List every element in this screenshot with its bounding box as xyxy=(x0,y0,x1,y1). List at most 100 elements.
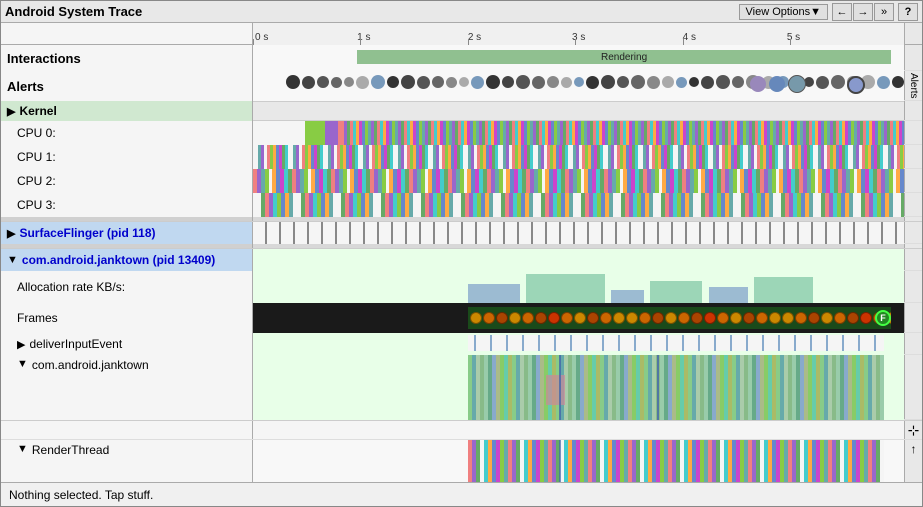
deliver-content[interactable] xyxy=(253,333,904,355)
frame-dot[interactable] xyxy=(600,312,612,324)
frame-dot[interactable] xyxy=(626,312,638,324)
alert-circle-lg3[interactable] xyxy=(788,75,806,93)
janktown-track-content[interactable] xyxy=(253,355,904,420)
scroll-arrow-up-icon[interactable]: ↑ xyxy=(911,442,917,456)
alert-circle[interactable] xyxy=(371,75,385,89)
alert-circle[interactable] xyxy=(331,77,342,88)
alert-circle[interactable] xyxy=(486,75,500,89)
frame-dot[interactable] xyxy=(665,312,677,324)
alert-circle[interactable] xyxy=(446,77,457,88)
alert-circle[interactable] xyxy=(502,76,514,88)
scroll-cursor-icon[interactable]: ⊹ xyxy=(908,422,920,439)
frame-dot[interactable] xyxy=(483,312,495,324)
cpu0-content[interactable] xyxy=(253,121,904,145)
frame-dot[interactable] xyxy=(704,312,716,324)
alert-circle[interactable] xyxy=(561,77,572,88)
alert-circle-lg[interactable] xyxy=(750,76,766,92)
frame-dot[interactable] xyxy=(769,312,781,324)
renderthread-label[interactable]: ▼ RenderThread xyxy=(1,440,253,482)
alert-circle-xl[interactable] xyxy=(847,76,865,94)
frame-dot[interactable] xyxy=(470,312,482,324)
janktown-header-row[interactable]: ▼ com.android.janktown (pid 13409) xyxy=(1,249,922,271)
scroll-arrow-down-icon[interactable]: ↓ xyxy=(911,480,917,482)
alert-circle[interactable] xyxy=(344,77,354,87)
alert-circle[interactable] xyxy=(601,75,615,89)
alert-circle[interactable] xyxy=(574,77,584,87)
frame-dot[interactable] xyxy=(613,312,625,324)
frame-dot[interactable] xyxy=(691,312,703,324)
frame-dot[interactable] xyxy=(834,312,846,324)
frame-dot[interactable] xyxy=(808,312,820,324)
deliver-label[interactable]: ▶ deliverInputEvent xyxy=(1,333,253,355)
alert-circle[interactable] xyxy=(816,76,829,89)
alert-circle[interactable] xyxy=(617,76,629,88)
frame-dot[interactable] xyxy=(522,312,534,324)
alert-circle[interactable] xyxy=(547,76,559,88)
renderthread-content[interactable] xyxy=(253,440,904,482)
alert-circle[interactable] xyxy=(662,76,674,88)
sf-label[interactable]: ▶ SurfaceFlinger (pid 118) xyxy=(1,222,253,244)
alert-circle[interactable] xyxy=(417,76,430,89)
alert-circle[interactable] xyxy=(516,75,530,89)
frame-dot[interactable] xyxy=(678,312,690,324)
alert-circle[interactable] xyxy=(831,75,845,89)
alert-circle[interactable] xyxy=(732,76,744,88)
frame-dot[interactable] xyxy=(860,312,872,324)
frame-dot[interactable] xyxy=(574,312,586,324)
frame-dot[interactable] xyxy=(730,312,742,324)
nav-expand-button[interactable]: » xyxy=(874,3,894,21)
alert-circle[interactable] xyxy=(317,76,329,88)
frame-dot[interactable] xyxy=(782,312,794,324)
cpu3-content[interactable] xyxy=(253,193,904,217)
frame-dot[interactable] xyxy=(743,312,755,324)
cpu1-content[interactable] xyxy=(253,145,904,169)
frame-dot[interactable] xyxy=(717,312,729,324)
frames-content[interactable]: const frameColors = ['#cc8800','#cc6600'… xyxy=(253,303,904,333)
nav-right-button[interactable]: → xyxy=(853,3,873,21)
frame-dot[interactable] xyxy=(587,312,599,324)
alert-circle[interactable] xyxy=(586,76,599,89)
alert-circle[interactable] xyxy=(302,76,315,89)
alert-circle-lg2[interactable] xyxy=(769,76,785,92)
alert-circle[interactable] xyxy=(631,75,645,89)
frame-dot[interactable] xyxy=(548,312,560,324)
interactions-content[interactable]: Rendering xyxy=(253,45,904,71)
kernel-section-row[interactable]: ▶ Kernel xyxy=(1,101,922,121)
cpu2-content[interactable] xyxy=(253,169,904,193)
frame-dot[interactable] xyxy=(821,312,833,324)
alert-circle[interactable] xyxy=(471,76,484,89)
alert-circle[interactable] xyxy=(689,77,699,87)
frame-f-final[interactable]: F xyxy=(875,310,891,326)
alert-circle[interactable] xyxy=(676,77,687,88)
janktown-header-label[interactable]: ▼ com.android.janktown (pid 13409) xyxy=(1,249,253,271)
alert-circle[interactable] xyxy=(356,76,369,89)
frame-dot[interactable] xyxy=(496,312,508,324)
alert-circle[interactable] xyxy=(401,75,415,89)
alert-circle[interactable] xyxy=(387,76,399,88)
kernel-content[interactable] xyxy=(253,101,904,121)
nav-left-button[interactable]: ← xyxy=(832,3,852,21)
sf-content[interactable] xyxy=(253,222,904,244)
frame-dot[interactable] xyxy=(535,312,547,324)
help-button[interactable]: ? xyxy=(898,3,918,21)
frame-dot[interactable] xyxy=(639,312,651,324)
frame-dot[interactable] xyxy=(756,312,768,324)
alert-circle[interactable] xyxy=(532,76,545,89)
alert-circle[interactable] xyxy=(459,77,469,87)
allocation-content[interactable] xyxy=(253,271,904,303)
janktown-header-content[interactable] xyxy=(253,249,904,271)
view-options-button[interactable]: View Options▼ xyxy=(739,4,829,20)
alert-circle[interactable] xyxy=(701,76,714,89)
janktown-track-label[interactable]: ▼ com.android.janktown xyxy=(1,355,253,420)
frame-dot[interactable] xyxy=(509,312,521,324)
frame-dot[interactable] xyxy=(847,312,859,324)
alert-circle[interactable] xyxy=(892,76,904,88)
alert-circle[interactable] xyxy=(432,76,444,88)
frame-dot[interactable] xyxy=(795,312,807,324)
frame-dot[interactable] xyxy=(561,312,573,324)
alert-circle[interactable] xyxy=(286,75,300,89)
alert-circle[interactable] xyxy=(877,76,890,89)
alerts-content[interactable]: document.write(Array(60).fill(0).map((_,… xyxy=(253,71,904,101)
kernel-section-label[interactable]: ▶ Kernel xyxy=(1,101,253,121)
alert-circle[interactable] xyxy=(647,76,660,89)
